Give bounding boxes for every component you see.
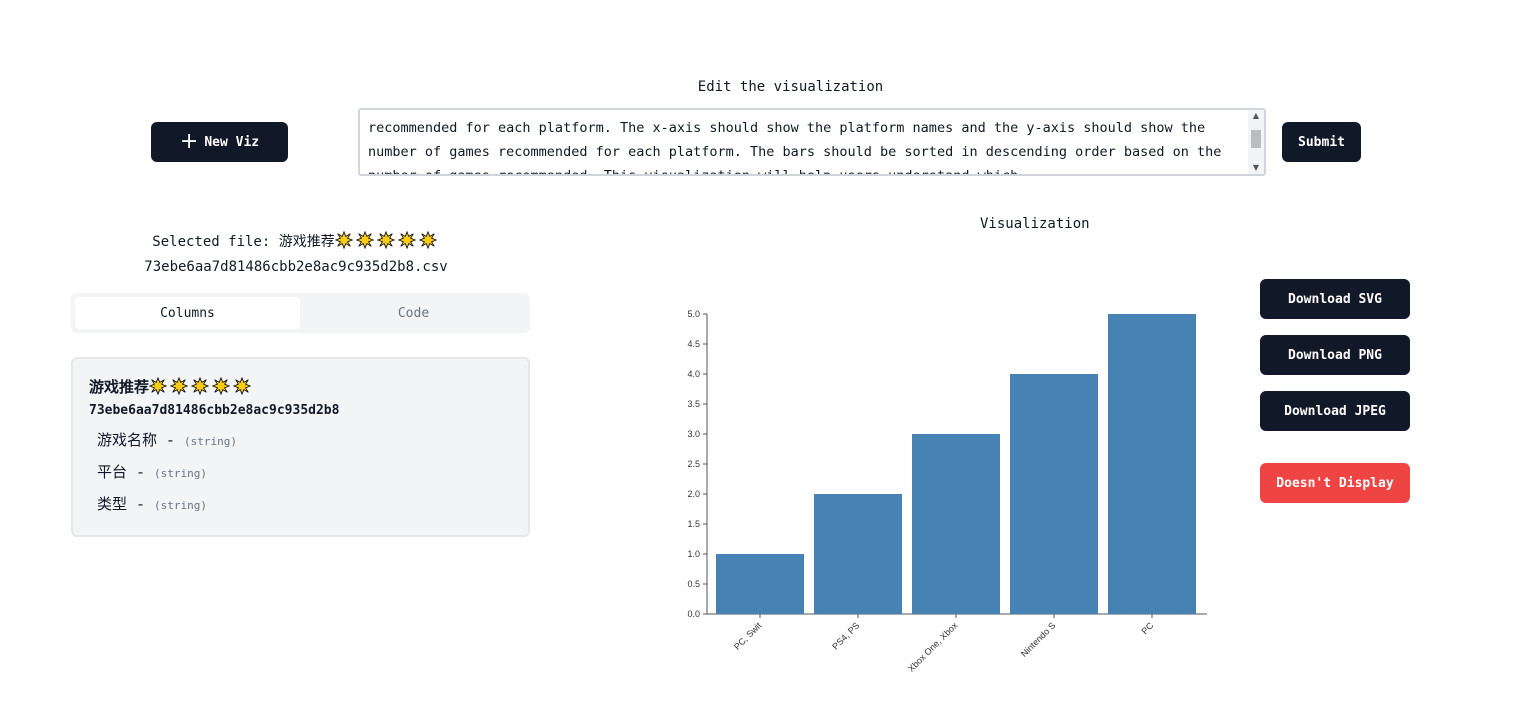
columns-panel: 游戏推荐 73ebe6aa7d81486cbb2e8ac9c935d2b8 游戏… xyxy=(71,357,530,537)
y-tick-label: 0.5 xyxy=(687,579,700,589)
star-burst-icon xyxy=(149,377,168,395)
column-sep: - xyxy=(137,495,144,513)
x-tick-label: PS4, PS xyxy=(830,620,861,651)
star-burst-icon xyxy=(397,231,416,249)
x-tick-label: Nintendo S xyxy=(1019,620,1058,659)
bar xyxy=(1108,314,1196,614)
star-burst-icon xyxy=(418,231,437,249)
scroll-thumb[interactable] xyxy=(1251,130,1261,148)
star-icons xyxy=(149,377,254,396)
star-burst-icon xyxy=(233,377,252,395)
column-type: (string) xyxy=(154,467,207,480)
y-tick-label: 4.5 xyxy=(687,339,700,349)
selected-file-label: Selected file: 游戏推荐 xyxy=(152,234,335,250)
column-row: 平台 - (string) xyxy=(97,461,207,482)
column-sep: - xyxy=(167,431,174,449)
bar xyxy=(1010,374,1098,614)
bar xyxy=(716,554,804,614)
star-burst-icon xyxy=(334,231,353,249)
x-tick-label: PC xyxy=(1139,620,1155,636)
bar xyxy=(912,434,1000,614)
column-type: (string) xyxy=(184,435,237,448)
column-name: 类型 xyxy=(97,495,128,513)
new-viz-label: New Viz xyxy=(204,134,260,150)
tabs: Columns Code xyxy=(71,293,530,333)
column-name: 游戏名称 xyxy=(97,431,158,449)
star-burst-icon xyxy=(355,231,374,249)
tab-code[interactable]: Code xyxy=(302,297,525,329)
plus-icon: + xyxy=(179,129,199,154)
prompt-text[interactable]: recommended for each platform. The x-axi… xyxy=(368,116,1248,174)
prompt-textarea[interactable]: recommended for each platform. The x-axi… xyxy=(358,108,1266,176)
y-tick-label: 2.0 xyxy=(687,489,700,499)
bar xyxy=(814,494,902,614)
column-row: 类型 - (string) xyxy=(97,493,207,514)
download-png-button[interactable]: Download PNG xyxy=(1260,335,1410,375)
dataset-hash: 73ebe6aa7d81486cbb2e8ac9c935d2b8 xyxy=(89,403,340,418)
star-burst-icon xyxy=(170,377,189,395)
edit-title: Edit the visualization xyxy=(697,79,884,95)
star-burst-icon xyxy=(376,231,395,249)
star-burst-icon xyxy=(191,377,210,395)
new-viz-button[interactable]: + New Viz xyxy=(151,122,288,162)
column-type: (string) xyxy=(154,499,207,512)
y-tick-label: 5.0 xyxy=(687,309,700,319)
selected-file: Selected file: 游戏推荐 73ebe6aa7d81486cbb2e… xyxy=(70,230,522,280)
scroll-down-arrow-icon[interactable]: ▼ xyxy=(1248,162,1264,174)
star-burst-icon xyxy=(212,377,231,395)
y-tick-label: 1.5 xyxy=(687,519,700,529)
y-tick-label: 2.5 xyxy=(687,459,700,469)
x-tick-label: Xbox One, Xbox xyxy=(906,620,960,674)
column-sep: - xyxy=(137,463,144,481)
column-name: 平台 xyxy=(97,463,128,481)
download-jpeg-button[interactable]: Download JPEG xyxy=(1260,391,1410,431)
visualization-title: Visualization xyxy=(980,216,1090,232)
column-row: 游戏名称 - (string) xyxy=(97,429,237,450)
selected-file-line: Selected file: 游戏推荐 xyxy=(70,230,522,255)
selected-file-hash: 73ebe6aa7d81486cbb2e8ac9c935d2b8.csv xyxy=(144,259,448,275)
star-icons xyxy=(334,231,440,250)
doesnt-display-button[interactable]: Doesn't Display xyxy=(1260,463,1410,503)
tab-columns[interactable]: Columns xyxy=(75,297,300,329)
y-tick-label: 3.5 xyxy=(687,399,700,409)
y-tick-label: 1.0 xyxy=(687,549,700,559)
dataset-name-text: 游戏推荐 xyxy=(89,378,150,396)
x-tick-label: PC, Swit xyxy=(732,620,764,652)
prompt-scrollbar[interactable]: ▲ ▼ xyxy=(1248,110,1264,174)
download-svg-button[interactable]: Download SVG xyxy=(1260,279,1410,319)
y-tick-label: 4.0 xyxy=(687,369,700,379)
bar-chart: 0.0 0.5 1.0 1.5 2.0 2.5 3.0 3.5 4.0 4.5 5.0 PC, Swi… xyxy=(687,309,1207,674)
y-tick-label: 0.0 xyxy=(687,609,700,619)
scroll-up-arrow-icon[interactable]: ▲ xyxy=(1248,110,1264,122)
submit-button[interactable]: Submit xyxy=(1282,122,1361,162)
y-tick-label: 3.0 xyxy=(687,429,700,439)
dataset-name: 游戏推荐 xyxy=(89,376,254,397)
